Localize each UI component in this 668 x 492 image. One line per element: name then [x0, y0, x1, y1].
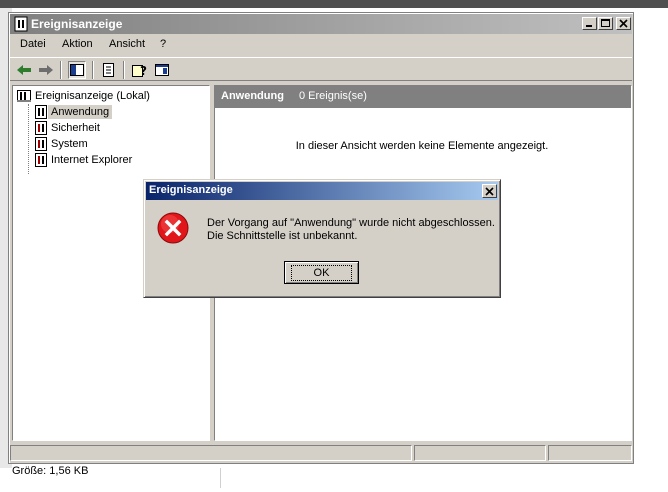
- event-viewer-icon: [14, 16, 28, 32]
- tree-item-root-label: Ereignisanzeige (Lokal): [35, 90, 150, 102]
- status-cell-tertiary: [548, 445, 632, 461]
- toolbar: ?: [10, 57, 632, 81]
- console-tree-toggle-button[interactable]: [68, 61, 86, 79]
- forward-button[interactable]: [37, 61, 55, 79]
- toolbar-separator: [92, 61, 94, 79]
- dialog-close-button[interactable]: [482, 184, 497, 198]
- menu-aktion[interactable]: Aktion: [62, 38, 93, 50]
- back-button[interactable]: [15, 61, 33, 79]
- menu-help[interactable]: ?: [160, 38, 166, 50]
- tree-item-anwendung[interactable]: Anwendung: [34, 104, 113, 120]
- file-size-label: Größe: 1,56 KB: [12, 465, 89, 477]
- tree-connector: [28, 104, 29, 174]
- details-title: Anwendung: [221, 90, 284, 102]
- console-tree-icon: [70, 64, 84, 76]
- svg-text:?: ?: [140, 64, 147, 77]
- ok-button[interactable]: OK: [284, 261, 359, 284]
- error-icon: [157, 212, 189, 244]
- tree-item-label: System: [51, 138, 88, 150]
- dialog-message-line-2: Die Schnittstelle ist unbekannt.: [207, 230, 358, 242]
- error-dialog: Ereignisanzeige Der Vorgang auf "Anwendu…: [143, 179, 501, 298]
- event-log-icon: [35, 137, 47, 151]
- empty-view-message: In dieser Ansicht werden keine Elemente …: [295, 140, 549, 152]
- tree-item-root[interactable]: Ereignisanzeige (Lokal): [16, 88, 153, 104]
- event-log-icon: [35, 121, 47, 135]
- title-bar[interactable]: Ereignisanzeige: [10, 14, 632, 34]
- dialog-title-bar[interactable]: Ereignisanzeige: [146, 182, 498, 200]
- forward-arrow-icon: [39, 65, 53, 75]
- tree-item-label: Anwendung: [48, 105, 113, 119]
- minimize-button[interactable]: [582, 17, 597, 30]
- status-cell-secondary: [414, 445, 546, 461]
- minimize-icon: [586, 25, 592, 27]
- properties-button[interactable]: [153, 61, 171, 79]
- close-icon: [619, 19, 628, 28]
- tree-item-system[interactable]: System: [34, 136, 91, 152]
- status-cell-main: [10, 445, 412, 461]
- back-arrow-icon: [17, 65, 31, 75]
- maximize-icon: [601, 19, 610, 27]
- tree-item-label: Internet Explorer: [51, 154, 133, 166]
- menu-ansicht[interactable]: Ansicht: [109, 38, 145, 50]
- tree-item-label: Sicherheit: [51, 122, 100, 134]
- close-icon: [485, 186, 494, 196]
- properties-icon: [155, 64, 169, 76]
- maximize-button[interactable]: [598, 17, 613, 30]
- help-icon: ?: [132, 64, 147, 77]
- menu-bar: Datei Aktion Ansicht ?: [10, 35, 632, 55]
- details-header: Anwendung 0 Ereignis(se): [215, 86, 631, 108]
- help-button[interactable]: ?: [131, 61, 149, 79]
- ok-button-label: OK: [290, 264, 353, 281]
- event-log-icon: [35, 105, 47, 119]
- menu-datei[interactable]: Datei: [20, 38, 46, 50]
- event-log-icon: [35, 153, 47, 167]
- event-count: 0 Ereignis(se): [299, 90, 367, 102]
- tree-item-internet-explorer[interactable]: Internet Explorer: [34, 152, 135, 168]
- close-button[interactable]: [616, 17, 631, 30]
- toolbar-separator: [123, 61, 125, 79]
- window-title: Ereignisanzeige: [31, 17, 123, 31]
- export-list-button[interactable]: [100, 61, 118, 79]
- export-list-icon: [103, 63, 114, 77]
- dialog-message-line-1: Der Vorgang auf "Anwendung" wurde nicht …: [207, 217, 495, 229]
- dialog-title: Ereignisanzeige: [149, 184, 233, 196]
- background-window-right: [634, 8, 668, 468]
- background-window-strip: [0, 0, 668, 8]
- background-divider: [220, 468, 221, 488]
- event-viewer-icon: [17, 90, 31, 102]
- tree-item-sicherheit[interactable]: Sicherheit: [34, 120, 103, 136]
- status-bar: [10, 443, 632, 461]
- toolbar-separator: [60, 61, 62, 79]
